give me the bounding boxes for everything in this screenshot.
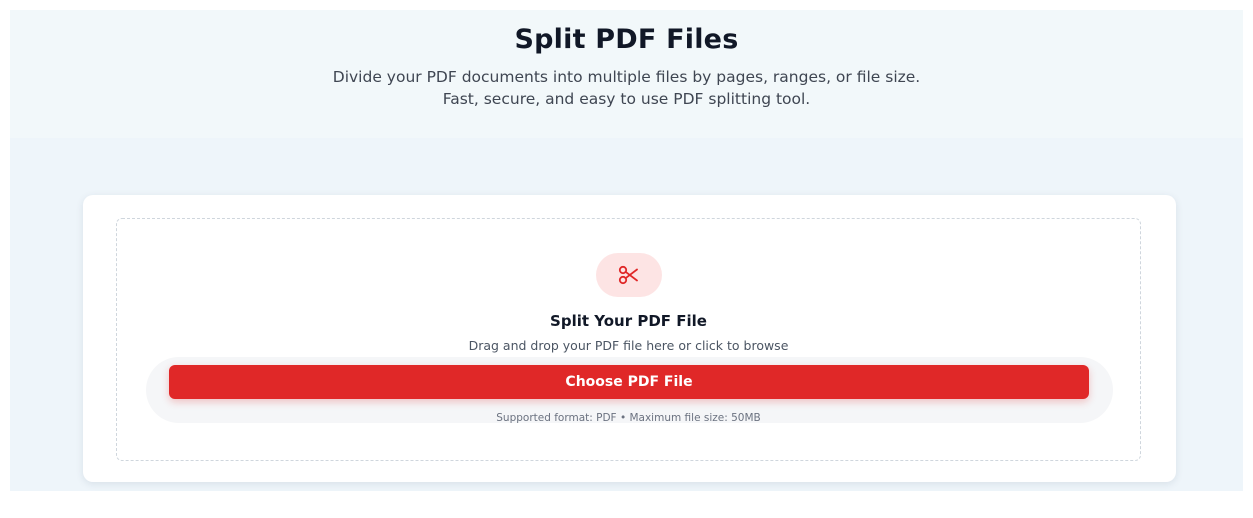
supported-format-note: Supported format: PDF • Maximum file siz… bbox=[496, 412, 761, 424]
page-title: Split PDF Files bbox=[514, 24, 739, 55]
upload-title: Split Your PDF File bbox=[550, 312, 707, 330]
choose-pdf-button[interactable]: Choose PDF File bbox=[169, 365, 1089, 399]
hero-section: Split PDF Files Divide your PDF document… bbox=[10, 10, 1243, 138]
page-subtitle: Divide your PDF documents into multiple … bbox=[10, 66, 1243, 110]
scissors-icon-glyph bbox=[618, 265, 638, 285]
upload-card: Split Your PDF File Drag and drop your P… bbox=[83, 195, 1176, 482]
subtitle-line-2: Fast, secure, and easy to use PDF splitt… bbox=[442, 90, 811, 108]
upload-hint: Drag and drop your PDF file here or clic… bbox=[468, 338, 789, 353]
upload-workspace: Split Your PDF File Drag and drop your P… bbox=[10, 138, 1243, 491]
file-dropzone[interactable]: Split Your PDF File Drag and drop your P… bbox=[116, 218, 1141, 461]
subtitle-line-1: Divide your PDF documents into multiple … bbox=[332, 68, 921, 86]
scissors-icon bbox=[596, 253, 662, 297]
split-pdf-page: Split PDF Files Divide your PDF document… bbox=[0, 0, 1253, 518]
